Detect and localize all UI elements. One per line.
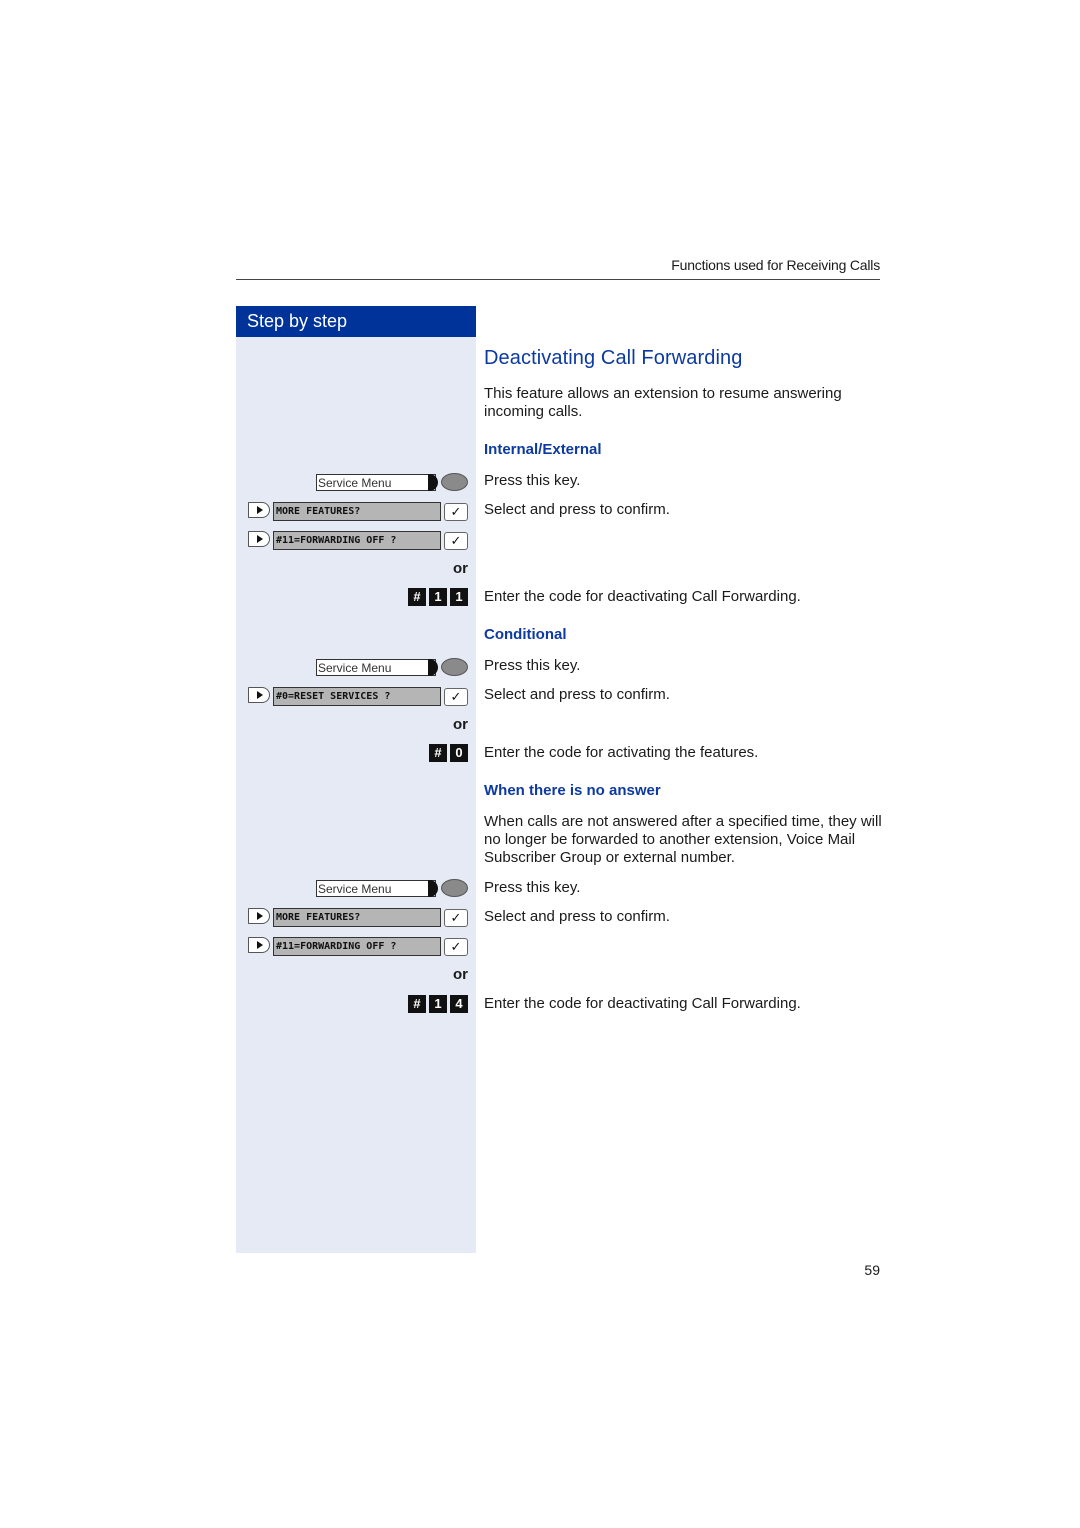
display-menu-item: MORE FEATURES? <box>273 908 441 927</box>
key-hash[interactable]: # <box>408 995 426 1013</box>
section-description: When calls are not answered after a spec… <box>484 813 882 866</box>
step-text: Select and press to confirm. <box>484 501 670 518</box>
confirm-check-icon[interactable]: ✓ <box>444 688 468 706</box>
scroll-arrow-icon[interactable] <box>248 687 270 703</box>
service-menu-key[interactable] <box>441 473 468 491</box>
confirm-check-icon[interactable]: ✓ <box>444 938 468 956</box>
page-title: Deactivating Call Forwarding <box>484 347 743 369</box>
step-text: Enter the code for deactivating Call For… <box>484 995 801 1012</box>
or-label: or <box>453 560 468 577</box>
scroll-arrow-icon[interactable] <box>248 531 270 547</box>
page-number: 59 <box>864 1262 880 1278</box>
confirm-check-icon[interactable]: ✓ <box>444 532 468 550</box>
running-header: Functions used for Receiving Calls <box>671 257 880 273</box>
key-4[interactable]: 4 <box>450 995 468 1013</box>
sidebar-title: Step by step <box>236 306 476 337</box>
dial-code-keys: # 0 <box>429 744 468 762</box>
display-menu-item: MORE FEATURES? <box>273 502 441 521</box>
service-menu-key[interactable] <box>441 658 468 676</box>
key-0[interactable]: 0 <box>450 744 468 762</box>
display-menu-item: #0=RESET SERVICES ? <box>273 687 441 706</box>
scroll-arrow-icon[interactable] <box>248 908 270 924</box>
section-heading-conditional: Conditional <box>484 626 567 643</box>
scroll-arrow-icon[interactable] <box>248 937 270 953</box>
or-label: or <box>453 966 468 983</box>
confirm-check-icon[interactable]: ✓ <box>444 503 468 521</box>
display-menu-item: #11=FORWARDING OFF ? <box>273 531 441 550</box>
section-heading-internal-external: Internal/External <box>484 441 602 458</box>
header-divider <box>236 279 880 280</box>
intro-text: This feature allows an extension to resu… <box>484 385 842 420</box>
key-hash[interactable]: # <box>408 588 426 606</box>
step-text: Select and press to confirm. <box>484 686 670 703</box>
service-menu-label: Service Menu <box>316 474 436 491</box>
display-menu-item: #11=FORWARDING OFF ? <box>273 937 441 956</box>
scroll-arrow-icon[interactable] <box>248 502 270 518</box>
key-1[interactable]: 1 <box>429 995 447 1013</box>
step-text: Select and press to confirm. <box>484 908 670 925</box>
confirm-check-icon[interactable]: ✓ <box>444 909 468 927</box>
section-heading-no-answer: When there is no answer <box>484 782 661 799</box>
step-text: Press this key. <box>484 657 581 674</box>
service-menu-label: Service Menu <box>316 880 436 897</box>
or-label: or <box>453 716 468 733</box>
step-text: Press this key. <box>484 472 581 489</box>
key-1[interactable]: 1 <box>450 588 468 606</box>
step-text: Enter the code for deactivating Call For… <box>484 588 801 605</box>
step-text: Enter the code for activating the featur… <box>484 744 759 761</box>
key-1[interactable]: 1 <box>429 588 447 606</box>
dial-code-keys: # 1 1 <box>408 588 468 606</box>
service-menu-label: Service Menu <box>316 659 436 676</box>
step-by-step-sidebar: Step by step <box>236 306 476 1253</box>
step-text: Press this key. <box>484 879 581 896</box>
service-menu-key[interactable] <box>441 879 468 897</box>
dial-code-keys: # 1 4 <box>408 995 468 1013</box>
key-hash[interactable]: # <box>429 744 447 762</box>
